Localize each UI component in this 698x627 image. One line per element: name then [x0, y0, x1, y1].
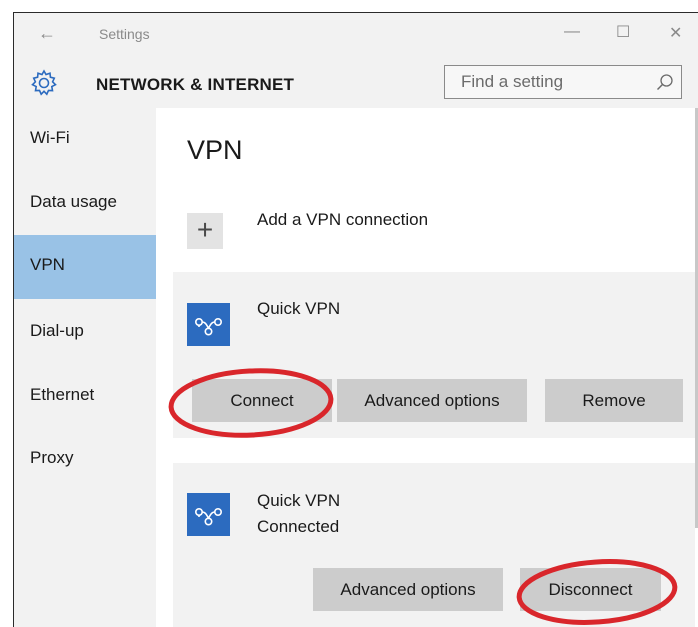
- sidebar-item-label: Wi-Fi: [30, 128, 70, 147]
- back-arrow-icon[interactable]: ←: [38, 23, 56, 44]
- title-bar: ← Settings — ☐ ✕: [14, 13, 698, 58]
- advanced-options-button[interactable]: Advanced options: [337, 379, 527, 422]
- maximize-button[interactable]: ☐: [616, 22, 630, 42]
- sidebar-item-dial-up[interactable]: Dial-up: [14, 301, 156, 365]
- sidebar-item-label: VPN: [30, 255, 65, 274]
- main-content: VPN + Add a VPN connection Quick VPN Con…: [156, 108, 698, 627]
- remove-button[interactable]: Remove: [545, 379, 683, 422]
- add-vpn-label[interactable]: Add a VPN connection: [257, 210, 428, 230]
- vpn-icon: [187, 303, 230, 346]
- search-box[interactable]: [444, 65, 682, 99]
- plus-icon[interactable]: +: [187, 213, 223, 249]
- sidebar-item-ethernet[interactable]: Ethernet: [14, 365, 156, 429]
- vpn-connection-card[interactable]: Quick VPN Connect Advanced options Remov…: [173, 272, 695, 438]
- vpn-name: Quick VPN: [257, 491, 341, 510]
- search-input[interactable]: [445, 66, 661, 98]
- advanced-options-button[interactable]: Advanced options: [313, 568, 503, 611]
- close-button[interactable]: ✕: [669, 23, 682, 43]
- sidebar-item-data-usage[interactable]: Data usage: [14, 172, 156, 236]
- vpn-name: Quick VPN: [257, 299, 341, 318]
- add-vpn-connection[interactable]: + Add a VPN connection: [187, 203, 587, 258]
- sidebar-item-label: Dial-up: [30, 321, 84, 340]
- sidebar-item-proxy[interactable]: Proxy: [14, 428, 156, 492]
- gear-icon: [31, 69, 57, 96]
- sidebar-item-wifi[interactable]: Wi-Fi: [14, 108, 156, 172]
- vpn-status: Connected: [257, 517, 340, 536]
- connect-button[interactable]: Connect: [192, 379, 332, 422]
- sidebar-item-label: Proxy: [30, 448, 74, 467]
- vpn-connection-card-connected[interactable]: Quick VPN Connected Advanced options Dis…: [173, 463, 695, 627]
- search-icon[interactable]: [656, 73, 674, 91]
- sidebar-item-label: Ethernet: [30, 385, 95, 404]
- window-title: Settings: [99, 26, 150, 42]
- sidebar-item-vpn[interactable]: VPN: [14, 235, 156, 299]
- page-title: VPN: [187, 135, 243, 165]
- sidebar: Wi-Fi Data usage VPN Dial-up Ethernet Pr…: [14, 108, 156, 627]
- settings-window: ← Settings — ☐ ✕ NETWORK & INTERNET Wi-F…: [13, 12, 698, 627]
- page-header: NETWORK & INTERNET: [14, 58, 698, 108]
- vpn-icon: [187, 493, 230, 536]
- disconnect-button[interactable]: Disconnect: [520, 568, 661, 611]
- section-title: NETWORK & INTERNET: [96, 75, 295, 94]
- sidebar-item-label: Data usage: [30, 192, 117, 211]
- minimize-button[interactable]: —: [564, 23, 580, 41]
